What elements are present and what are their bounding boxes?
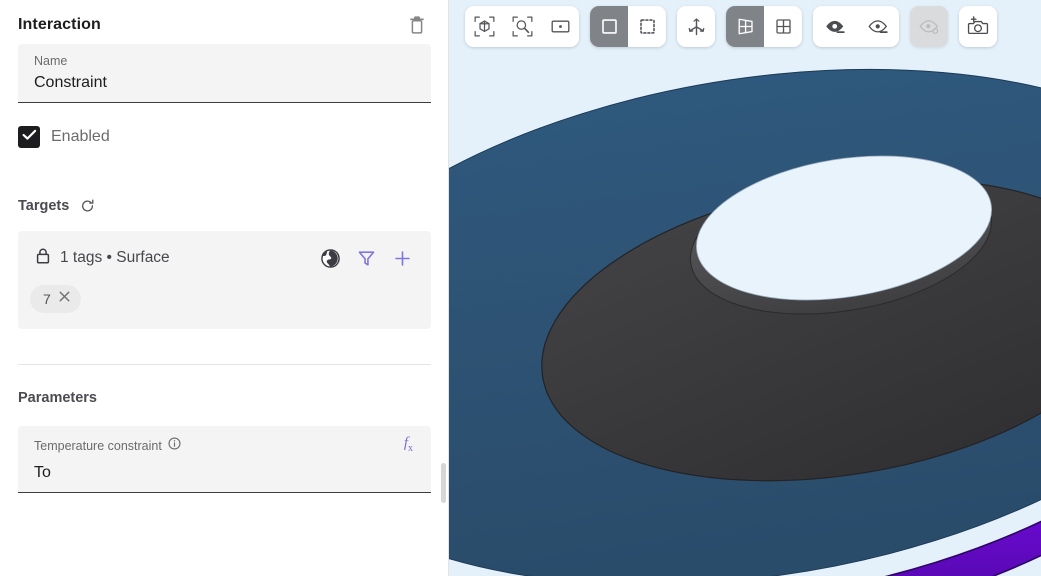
perspective-view-icon	[735, 16, 756, 37]
targets-card: 1 tags • Surface 7	[18, 231, 431, 329]
temperature-constraint-value[interactable]: To	[34, 462, 415, 484]
remove-target-chip-button[interactable]	[58, 290, 71, 308]
select-marquee-button[interactable]	[628, 6, 666, 47]
target-chip-list: 7	[30, 285, 417, 313]
zoom-to-selection-icon	[512, 16, 533, 37]
info-icon[interactable]	[168, 437, 181, 455]
targets-title: Targets	[18, 198, 70, 214]
enabled-checkbox[interactable]	[18, 126, 40, 148]
add-camera-button[interactable]	[959, 6, 997, 47]
perspective-view-button[interactable]	[726, 6, 764, 47]
formula-editor-button[interactable]: fx	[402, 435, 415, 457]
parameters-section-header: Parameters	[18, 387, 431, 409]
visibility-group	[813, 6, 899, 47]
page-title: Interaction	[18, 16, 101, 33]
selection-mode-group	[590, 6, 666, 47]
zoom-to-fit-icon	[474, 16, 495, 37]
projection-group	[726, 6, 802, 47]
reset-visibility-group	[910, 6, 948, 47]
name-field-label: Name	[34, 54, 68, 68]
select-marquee-icon	[637, 16, 658, 37]
sidebar-scrollbar[interactable]	[441, 463, 446, 503]
plus-icon	[393, 249, 412, 268]
targets-summary-row: 1 tags • Surface	[30, 245, 417, 271]
add-camera-icon	[967, 16, 989, 37]
targets-actions	[319, 247, 417, 269]
lock-icon	[35, 247, 51, 270]
filter-button[interactable]	[355, 247, 377, 269]
reset-visibility-button	[910, 6, 948, 47]
targets-section-header: Targets	[18, 195, 431, 217]
temperature-constraint-field[interactable]: Temperature constraint fx To	[18, 426, 431, 493]
zoom-window-button[interactable]	[541, 6, 579, 47]
hide-selected-button[interactable]	[813, 6, 856, 47]
name-field[interactable]: Name Constraint	[18, 44, 431, 103]
lock-toggle-button[interactable]	[30, 247, 56, 270]
axes-group	[677, 6, 715, 47]
select-solid-button[interactable]	[590, 6, 628, 47]
target-chip[interactable]: 7	[30, 285, 81, 313]
annular-disc-model[interactable]	[449, 68, 1041, 576]
target-chip-label: 7	[43, 291, 51, 307]
app-root: Interaction Name Constraint Enabled Targ…	[0, 0, 1041, 576]
temperature-constraint-label: Temperature constraint	[34, 439, 162, 453]
panel-header: Interaction	[18, 0, 431, 44]
select-solid-icon	[599, 16, 620, 37]
zoom-to-fit-button[interactable]	[465, 6, 503, 47]
zoom-to-selection-button[interactable]	[503, 6, 541, 47]
show-eye-icon	[867, 18, 889, 36]
view-fit-group	[465, 6, 579, 47]
delete-interaction-button[interactable]	[403, 11, 431, 39]
globe-icon	[320, 248, 341, 269]
filter-icon	[357, 249, 376, 268]
temperature-constraint-label-row: Temperature constraint fx	[34, 435, 415, 457]
check-icon	[22, 128, 37, 146]
properties-panel: Interaction Name Constraint Enabled Targ…	[0, 0, 449, 576]
fx-sublabel: x	[408, 443, 413, 454]
viewport-3d[interactable]	[449, 0, 1041, 576]
coordinate-axes-button[interactable]	[677, 6, 715, 47]
trash-icon	[409, 15, 426, 35]
model-scene[interactable]	[449, 0, 1041, 576]
add-target-button[interactable]	[391, 247, 413, 269]
properties-panel-content: Interaction Name Constraint Enabled Targ…	[0, 0, 448, 493]
parameters-title: Parameters	[18, 390, 97, 406]
name-field-value[interactable]: Constraint	[34, 72, 415, 94]
show-selected-button[interactable]	[856, 6, 899, 47]
coordinate-axes-icon	[686, 16, 707, 37]
globe-button[interactable]	[319, 247, 341, 269]
section-divider	[18, 364, 431, 365]
refresh-icon	[80, 198, 95, 214]
orthographic-grid-button[interactable]	[764, 6, 802, 47]
close-icon	[58, 290, 71, 308]
enabled-checkbox-row[interactable]: Enabled	[18, 124, 431, 150]
camera-group	[959, 6, 997, 47]
refresh-targets-button[interactable]	[77, 196, 97, 216]
hide-eye-icon	[824, 18, 846, 36]
enabled-label: Enabled	[51, 128, 110, 145]
reset-visibility-eye-icon	[918, 18, 940, 36]
orthographic-grid-icon	[773, 16, 794, 37]
zoom-window-icon	[550, 16, 571, 37]
viewport-toolbar	[449, 6, 997, 47]
targets-summary-text: 1 tags • Surface	[60, 249, 170, 266]
